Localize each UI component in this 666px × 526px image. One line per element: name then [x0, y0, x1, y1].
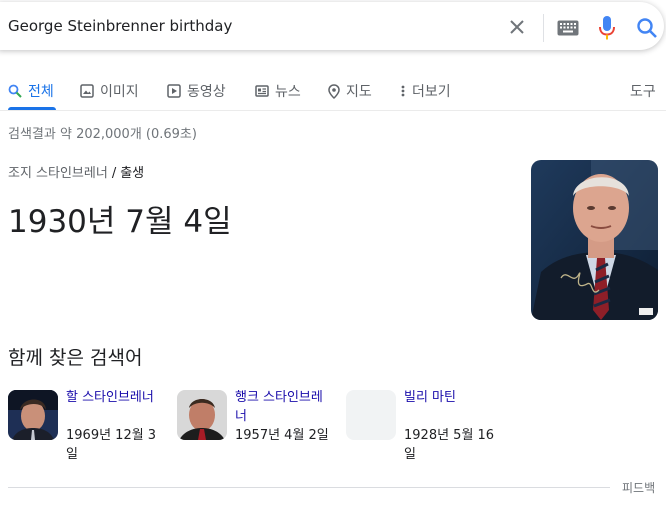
search-input[interactable]: George Steinbrenner birthday — [8, 17, 232, 35]
more-vert-icon — [401, 85, 405, 97]
section-divider — [8, 487, 610, 488]
related-date: 1969년 12월 3일 — [66, 428, 157, 462]
image-icon — [80, 84, 94, 98]
entity-link[interactable]: 조지 스타인브레너 — [8, 166, 108, 181]
news-icon — [255, 85, 269, 97]
tab-label: 동영상 — [187, 84, 226, 100]
active-tab-indicator — [8, 107, 56, 110]
feedback-link[interactable]: 피드백 — [622, 479, 655, 496]
answer-breadcrumb: 조지 스타인브레너 / 출생 — [8, 162, 144, 181]
search-icon — [8, 84, 22, 98]
tab-news[interactable]: 뉴스 — [255, 78, 301, 104]
search-divider — [543, 14, 544, 42]
related-thumbnail — [177, 390, 227, 440]
tools-label: 도구 — [630, 84, 656, 100]
map-pin-icon — [328, 83, 340, 99]
related-name[interactable]: 할 스타인브레너 — [66, 388, 162, 407]
tab-videos[interactable]: 동영상 — [167, 78, 226, 104]
tab-images[interactable]: 이미지 — [80, 78, 139, 104]
related-date: 1957년 4월 2일 — [235, 428, 329, 443]
breadcrumb-separator: / — [111, 166, 117, 181]
tab-label: 뉴스 — [275, 84, 301, 100]
search-tabs: 전체 이미지 동영상 뉴스 지도 더보기 도구 — [0, 74, 666, 111]
search-icon[interactable] — [636, 17, 658, 39]
answer-value: 1930년 7월 4일 — [8, 204, 232, 240]
clear-icon[interactable] — [506, 16, 528, 38]
microphone-icon[interactable] — [598, 16, 616, 40]
tab-label: 전체 — [28, 84, 54, 100]
related-name[interactable]: 빌리 마틴 — [404, 388, 500, 407]
tab-label: 이미지 — [100, 84, 139, 100]
tab-more[interactable]: 더보기 — [400, 78, 451, 104]
attribute-label: 출생 — [120, 166, 145, 181]
video-icon — [167, 84, 181, 98]
result-stats: 검색결과 약 202,000개 (0.69초) — [8, 127, 197, 142]
tab-label: 지도 — [346, 84, 372, 100]
related-thumbnail — [346, 390, 396, 440]
related-thumbnail — [8, 390, 58, 440]
related-name[interactable]: 행크 스타인브레너 — [235, 388, 331, 426]
tools-button[interactable]: 도구 — [630, 78, 656, 104]
tab-label: 더보기 — [412, 84, 451, 100]
related-date: 1928년 5월 16일 — [404, 428, 495, 462]
related-item-hank[interactable]: 행크 스타인브레너 1957년 4월 2일 — [177, 390, 337, 470]
tab-all[interactable]: 전체 — [8, 78, 54, 104]
search-box[interactable]: George Steinbrenner birthday — [0, 2, 664, 50]
related-item-hal[interactable]: 할 스타인브레너 1969년 12월 3일 — [8, 390, 168, 470]
keyboard-icon[interactable] — [557, 20, 579, 36]
related-item-billy[interactable]: 빌리 마틴 1928년 5월 16일 — [346, 390, 506, 470]
related-searches-heading: 함께 찾은 검색어 — [8, 347, 143, 369]
tab-maps[interactable]: 지도 — [328, 78, 372, 104]
entity-photo[interactable] — [531, 160, 658, 320]
